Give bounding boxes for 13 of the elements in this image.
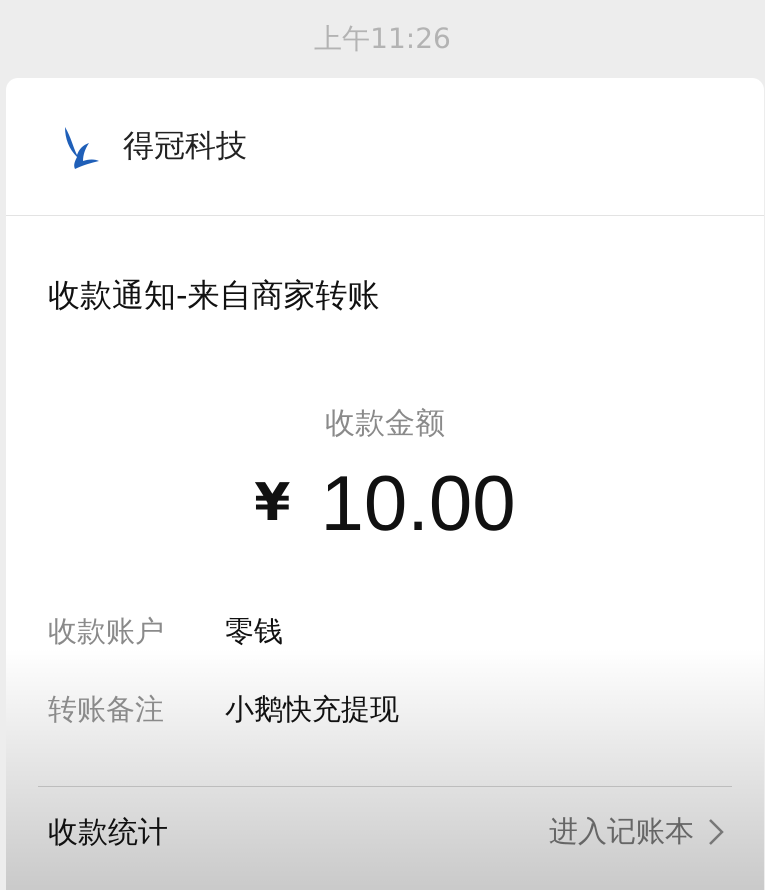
amount-value: 10.00 xyxy=(320,464,516,542)
stats-label: 收款统计 xyxy=(48,814,168,852)
detail-value: 小鹅快充提现 xyxy=(225,690,399,728)
currency-symbol: ¥ xyxy=(254,472,290,535)
ledger-link[interactable]: 进入记账本 xyxy=(549,810,724,854)
amount-label: 收款金额 xyxy=(325,405,445,443)
message-time: 上午11:26 xyxy=(314,21,451,57)
detail-label: 转账备注 xyxy=(48,690,165,728)
notification-title: 收款通知-来自商家转账 xyxy=(48,276,380,314)
detail-value: 零钱 xyxy=(225,613,283,650)
app-name: 得冠科技 xyxy=(123,127,247,166)
chevron-right-icon xyxy=(708,818,724,846)
detail-label: 收款账户 xyxy=(48,613,165,650)
